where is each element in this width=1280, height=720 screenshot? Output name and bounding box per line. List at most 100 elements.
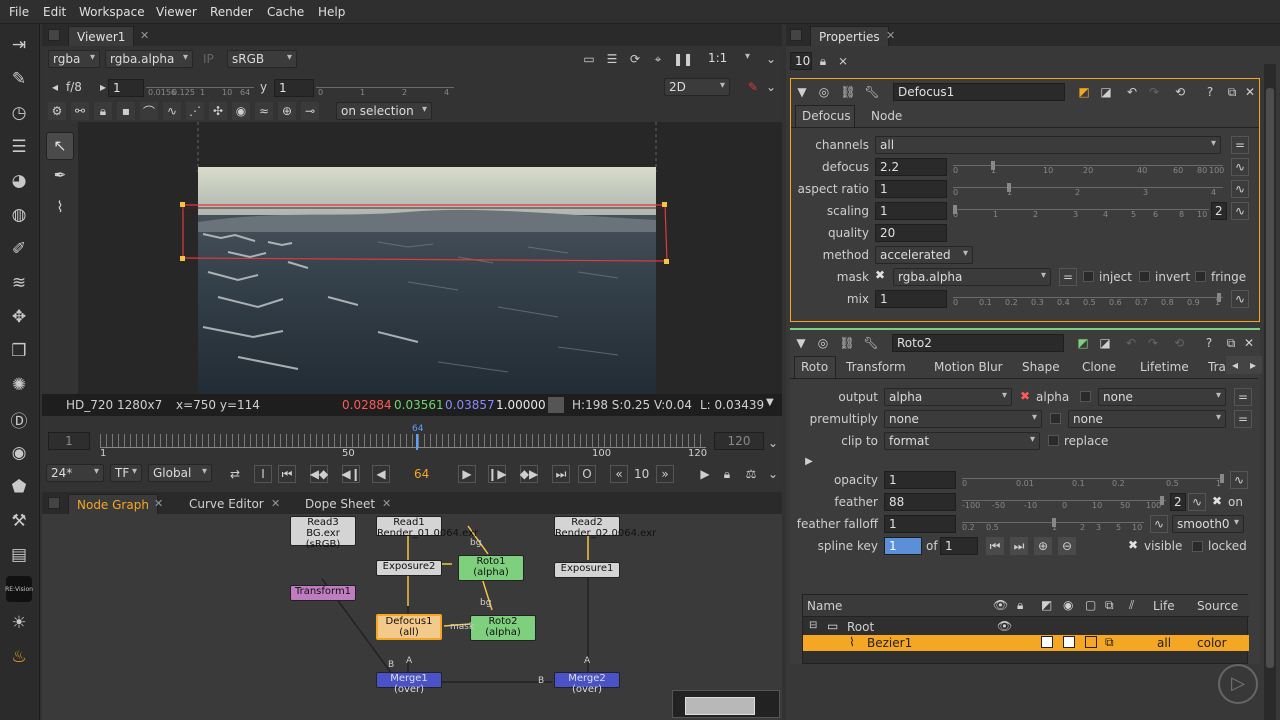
- tab-shape[interactable]: Shape: [1022, 360, 1060, 374]
- menu-edit[interactable]: Edit: [43, 5, 66, 19]
- clear-panels-icon[interactable]: ⨯: [834, 52, 852, 70]
- table-row[interactable]: ⌇ Bezier1 ⧉ all color: [803, 635, 1249, 651]
- image-icon[interactable]: ✎: [6, 66, 32, 92]
- view-mode-dropdown[interactable]: 2D: [664, 78, 730, 96]
- mask-channel-dropdown[interactable]: rgba.alpha: [893, 268, 1051, 286]
- channels-dropdown[interactable]: all: [875, 136, 1221, 154]
- time-icon[interactable]: ◷: [6, 100, 32, 126]
- mix-slider[interactable]: 0 0.1 0.2 0.3 0.4 0.5 0.6 0.7 0.8 0.9 1: [953, 289, 1223, 307]
- channel-icon[interactable]: ☰: [6, 134, 32, 160]
- help-icon[interactable]: ?: [1201, 83, 1219, 101]
- clip-to-dropdown[interactable]: format: [884, 432, 1040, 450]
- merge-icon[interactable]: ≋: [6, 270, 32, 296]
- add-key-icon[interactable]: ⊕: [1034, 537, 1052, 555]
- overlay-icon[interactable]: ▭: [580, 50, 598, 68]
- gain-slider[interactable]: 0.0156 0.125 1 10 64: [146, 79, 254, 97]
- monitor-icon[interactable]: ⚖: [742, 465, 760, 483]
- node-color-icon[interactable]: ◩: [1075, 83, 1093, 101]
- float-icon[interactable]: ⧉: [1222, 334, 1240, 352]
- replace-checkbox[interactable]: [1048, 435, 1059, 446]
- life-value[interactable]: all: [1157, 636, 1171, 650]
- feather-falloff-slider[interactable]: 0.2 0.5 1 2 3 5 10: [962, 514, 1144, 532]
- menu-file[interactable]: File: [9, 5, 29, 19]
- tab-motion-blur[interactable]: Motion Blur: [934, 360, 1003, 374]
- last-frame-icon[interactable]: ⏭: [552, 465, 570, 483]
- other-icon[interactable]: ▤: [6, 542, 32, 568]
- ip-toggle[interactable]: IP: [203, 52, 214, 66]
- invert-checkbox[interactable]: [1139, 271, 1150, 282]
- plugin-logo-icon[interactable]: RE:Vision: [5, 576, 33, 602]
- current-frame-field[interactable]: 64: [414, 467, 429, 481]
- aspect-ratio-input[interactable]: 1: [875, 180, 947, 198]
- undo-icon[interactable]: ↶: [1123, 83, 1141, 101]
- toolsets-icon[interactable]: ⚒: [6, 508, 32, 534]
- invert-toggle-icon[interactable]: [1041, 636, 1053, 648]
- close-icon[interactable]: ✕: [154, 497, 163, 510]
- gl-color-icon[interactable]: ◪: [1096, 334, 1114, 352]
- step-back-icon[interactable]: «: [610, 465, 628, 483]
- wave-icon[interactable]: ≈: [255, 102, 273, 120]
- tab-node-graph[interactable]: Node Graph: [68, 494, 158, 514]
- particles-icon[interactable]: ✺: [6, 372, 32, 398]
- output-b-checkbox[interactable]: [1080, 391, 1091, 402]
- blend-column-icon[interactable]: ⧉: [1105, 598, 1114, 613]
- navigator-minimap[interactable]: [672, 690, 780, 718]
- channel-link-icon[interactable]: =: [1234, 388, 1252, 406]
- wrench-icon[interactable]: 🔧︎: [863, 83, 881, 101]
- color-icon[interactable]: ◕: [6, 168, 32, 194]
- node-name-input[interactable]: Roto2: [892, 334, 1064, 352]
- prev-frame-icon[interactable]: ◀❙: [341, 465, 361, 483]
- overlay-toggle-icon[interactable]: [1085, 636, 1097, 648]
- alpha-channel-dropdown[interactable]: rgba.alpha: [105, 50, 193, 68]
- opacity-input[interactable]: 1: [884, 471, 956, 489]
- refresh-icon[interactable]: ⟳: [626, 50, 644, 68]
- next-key-icon[interactable]: ◆▶: [520, 465, 538, 483]
- first-frame-icon[interactable]: ⏮: [278, 465, 296, 483]
- close-icon[interactable]: ✕: [886, 29, 895, 42]
- furnace-icon[interactable]: ☀: [6, 610, 32, 636]
- feather-on-checkbox[interactable]: ✖: [1212, 494, 1222, 508]
- list-icon[interactable]: ☰: [603, 50, 621, 68]
- animation-curve-icon[interactable]: ∿: [1188, 493, 1206, 511]
- out-point-icon[interactable]: O: [578, 465, 596, 483]
- start-frame-input[interactable]: 1: [48, 432, 90, 450]
- animation-curve-icon[interactable]: ∿: [1231, 202, 1249, 220]
- float-icon[interactable]: ⧉: [1223, 83, 1241, 101]
- fringe-checkbox[interactable]: [1195, 271, 1206, 282]
- close-icon[interactable]: ✕: [271, 497, 280, 510]
- play-forward-icon[interactable]: ▶: [458, 465, 476, 483]
- curve-icon[interactable]: ⌒: [140, 102, 158, 120]
- frame-slider[interactable]: [100, 434, 706, 448]
- feather-split-input[interactable]: 2: [1170, 493, 1186, 511]
- node-merge1[interactable]: Merge1 (over): [376, 672, 442, 695]
- animation-curve-icon[interactable]: ∿: [1231, 158, 1249, 176]
- output-dropdown[interactable]: alpha: [884, 388, 1012, 406]
- quality-input[interactable]: 20: [875, 224, 947, 242]
- select-tool-icon[interactable]: ↖: [46, 132, 74, 160]
- node-roto1[interactable]: Roto1 (alpha): [458, 555, 524, 581]
- defocus-input[interactable]: 2.2: [875, 158, 947, 176]
- color-swatch[interactable]: [1063, 636, 1075, 648]
- close-icon[interactable]: ✕: [382, 497, 391, 510]
- menu-viewer[interactable]: Viewer: [156, 5, 197, 19]
- node-read2[interactable]: Read2 Render_02.0064.exr: [554, 516, 656, 539]
- loop-icon[interactable]: ⇄: [226, 465, 244, 483]
- fps-dropdown[interactable]: 24*: [46, 464, 104, 482]
- output-b-dropdown[interactable]: none: [1098, 388, 1226, 406]
- smooth-icon[interactable]: ∿: [163, 102, 181, 120]
- chevrons-down-icon[interactable]: ⌄: [762, 50, 780, 68]
- alpha-checkbox[interactable]: ✖: [1020, 389, 1030, 403]
- feather-input[interactable]: 88: [884, 493, 956, 511]
- close-icon[interactable]: ✕: [1240, 334, 1258, 352]
- deep-icon[interactable]: Ⓓ: [6, 406, 32, 432]
- node-name-input[interactable]: Defocus1: [893, 83, 1065, 101]
- settings-icon[interactable]: ⚙: [48, 102, 66, 120]
- gamma-slider[interactable]: 0 1 2 4: [316, 79, 454, 97]
- nuke-flame-icon[interactable]: ♨: [6, 644, 32, 670]
- tab-defocus[interactable]: Defocus: [795, 105, 855, 127]
- spline-tool-icon[interactable]: ⌇: [51, 198, 69, 216]
- inject-checkbox[interactable]: [1083, 271, 1094, 282]
- visible-checkbox[interactable]: ✖: [1128, 538, 1138, 552]
- tab-transform[interactable]: Transform: [846, 360, 906, 374]
- key-icon[interactable]: ⊸: [301, 102, 319, 120]
